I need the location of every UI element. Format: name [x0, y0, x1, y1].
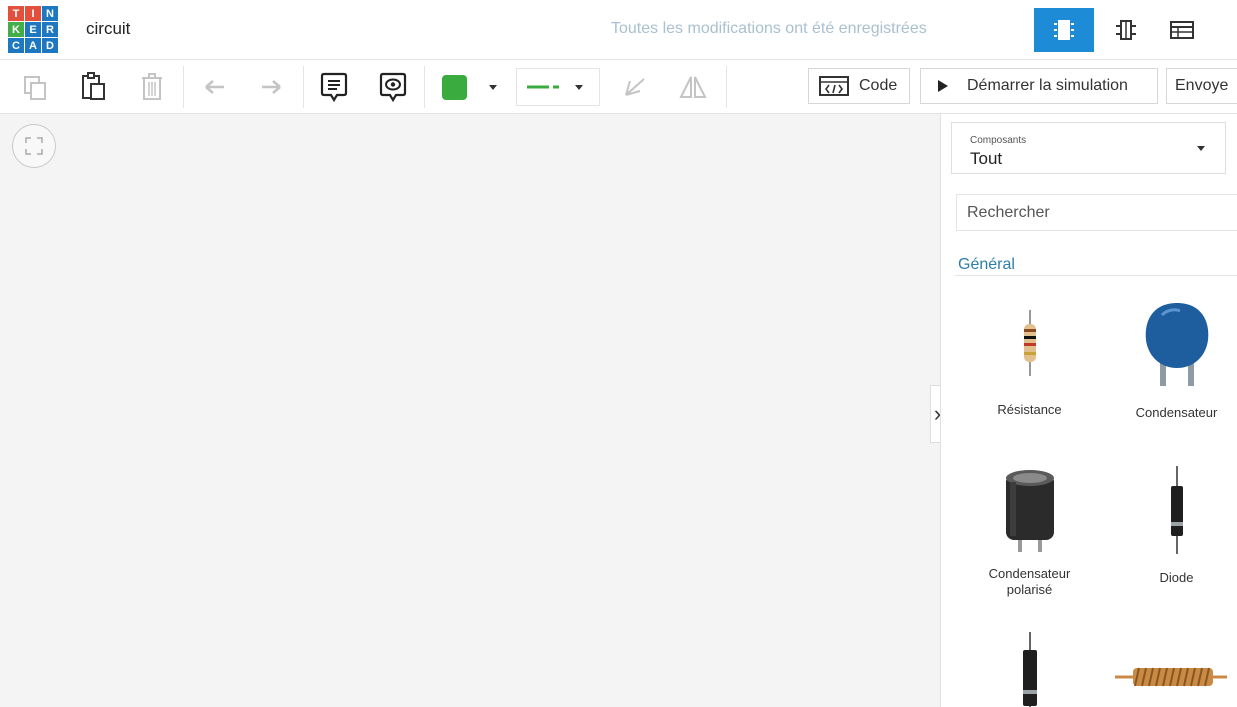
component-label-line2: polarisé	[1006, 582, 1053, 597]
component-label-line1: Condensateur	[988, 566, 1071, 581]
rotate-button[interactable]	[618, 68, 652, 106]
undo-button[interactable]	[198, 68, 232, 106]
logo-letter: K	[8, 22, 24, 37]
section-title-general: Général	[958, 256, 1015, 273]
zener-diode-icon	[1022, 632, 1037, 707]
component-label: Condensateur	[1135, 405, 1218, 420]
component-capacitor[interactable]: Condensateur	[1119, 300, 1234, 421]
component-resistor[interactable]: Résistance	[972, 310, 1087, 418]
search-input[interactable]	[956, 194, 1237, 231]
add-note-button[interactable]	[317, 68, 351, 106]
tinkercad-app: T I N K E R C A D circuit Toutes les mod…	[0, 0, 1237, 707]
components-label: Composants	[970, 135, 1027, 146]
wire-type-picker[interactable]	[516, 68, 600, 106]
mirror-button[interactable]	[676, 68, 710, 106]
polarized-capacitor-icon	[1005, 470, 1054, 552]
logo-letter: E	[25, 22, 41, 37]
logo-letter: C	[8, 38, 24, 53]
redo-icon	[262, 80, 281, 94]
components-filter-select[interactable]: Composants Tout	[951, 122, 1226, 174]
fit-view-icon	[25, 137, 43, 155]
logo-letter: N	[42, 6, 58, 21]
play-icon	[938, 80, 948, 92]
color-swatch	[442, 74, 467, 100]
top-header: T I N K E R C A D circuit Toutes les mod…	[0, 0, 1237, 60]
workplane-canvas[interactable]	[0, 114, 940, 707]
send-to-button[interactable]: Envoye	[1166, 68, 1237, 104]
logo-letter: A	[25, 38, 41, 53]
mirror-icon	[679, 76, 707, 98]
undo-icon	[205, 80, 224, 94]
simulate-label: Démarrer la simulation	[967, 77, 1128, 94]
code-editor-icon	[819, 76, 849, 96]
component-inductor[interactable]	[1113, 662, 1228, 692]
component-zener-diode[interactable]	[972, 632, 1087, 707]
code-button[interactable]: Code	[808, 68, 910, 104]
logo-letter: D	[42, 38, 58, 53]
component-diode[interactable]: Diode	[1119, 466, 1234, 586]
delete-icon	[142, 73, 162, 100]
components-panel: Composants Tout Général Résistance	[940, 114, 1237, 707]
copy-button[interactable]	[18, 68, 52, 106]
paste-icon	[82, 72, 105, 100]
copy-icon	[24, 76, 46, 100]
toolbar-divider	[726, 66, 727, 108]
redo-button[interactable]	[254, 68, 288, 106]
diode-icon	[1170, 466, 1183, 554]
components-value: Tout	[970, 149, 1003, 168]
paste-button[interactable]	[76, 68, 110, 106]
chevron-down-icon	[1197, 146, 1205, 151]
notes-visibility-icon	[379, 72, 407, 103]
send-label: Envoye	[1175, 77, 1229, 94]
section-divider	[955, 275, 1237, 276]
chevron-down-icon	[575, 84, 583, 90]
component-list-button[interactable]	[1152, 8, 1212, 52]
tinkercad-logo[interactable]: T I N K E R C A D	[8, 6, 60, 58]
capacitor-icon	[1145, 303, 1208, 386]
component-label: Résistance	[997, 402, 1062, 417]
toggle-notes-button[interactable]	[376, 68, 410, 106]
note-icon	[320, 72, 348, 103]
inductor-icon	[1114, 667, 1227, 687]
chevron-down-icon	[489, 84, 497, 90]
logo-letter: I	[25, 6, 41, 21]
zoom-to-fit-button[interactable]	[12, 124, 56, 168]
toolbar-divider	[183, 66, 184, 108]
wire-line-icon	[527, 85, 559, 89]
circuit-view-button[interactable]	[1034, 8, 1094, 52]
delete-button[interactable]	[135, 68, 169, 106]
project-title[interactable]: circuit	[86, 19, 130, 39]
chip-icon	[1054, 20, 1074, 40]
rotate-icon	[625, 78, 645, 96]
toolbar-divider	[303, 66, 304, 108]
logo-letter: R	[42, 22, 58, 37]
code-label: Code	[859, 77, 898, 94]
component-label: Diode	[1159, 570, 1194, 585]
schematic-view-button[interactable]	[1096, 8, 1156, 52]
toolbar: Code Démarrer la simulation Envoye	[0, 60, 1237, 114]
toolbar-divider	[424, 66, 425, 108]
start-simulation-button[interactable]: Démarrer la simulation	[920, 68, 1158, 104]
color-picker[interactable]	[432, 68, 508, 106]
schematic-icon	[1116, 20, 1136, 40]
component-polarized-capacitor[interactable]: Condensateur polarisé	[972, 466, 1087, 598]
save-status: Toutes les modifications ont été enregis…	[611, 20, 927, 37]
resistor-icon	[1023, 310, 1036, 376]
list-icon	[1170, 21, 1194, 39]
logo-letter: T	[8, 6, 24, 21]
